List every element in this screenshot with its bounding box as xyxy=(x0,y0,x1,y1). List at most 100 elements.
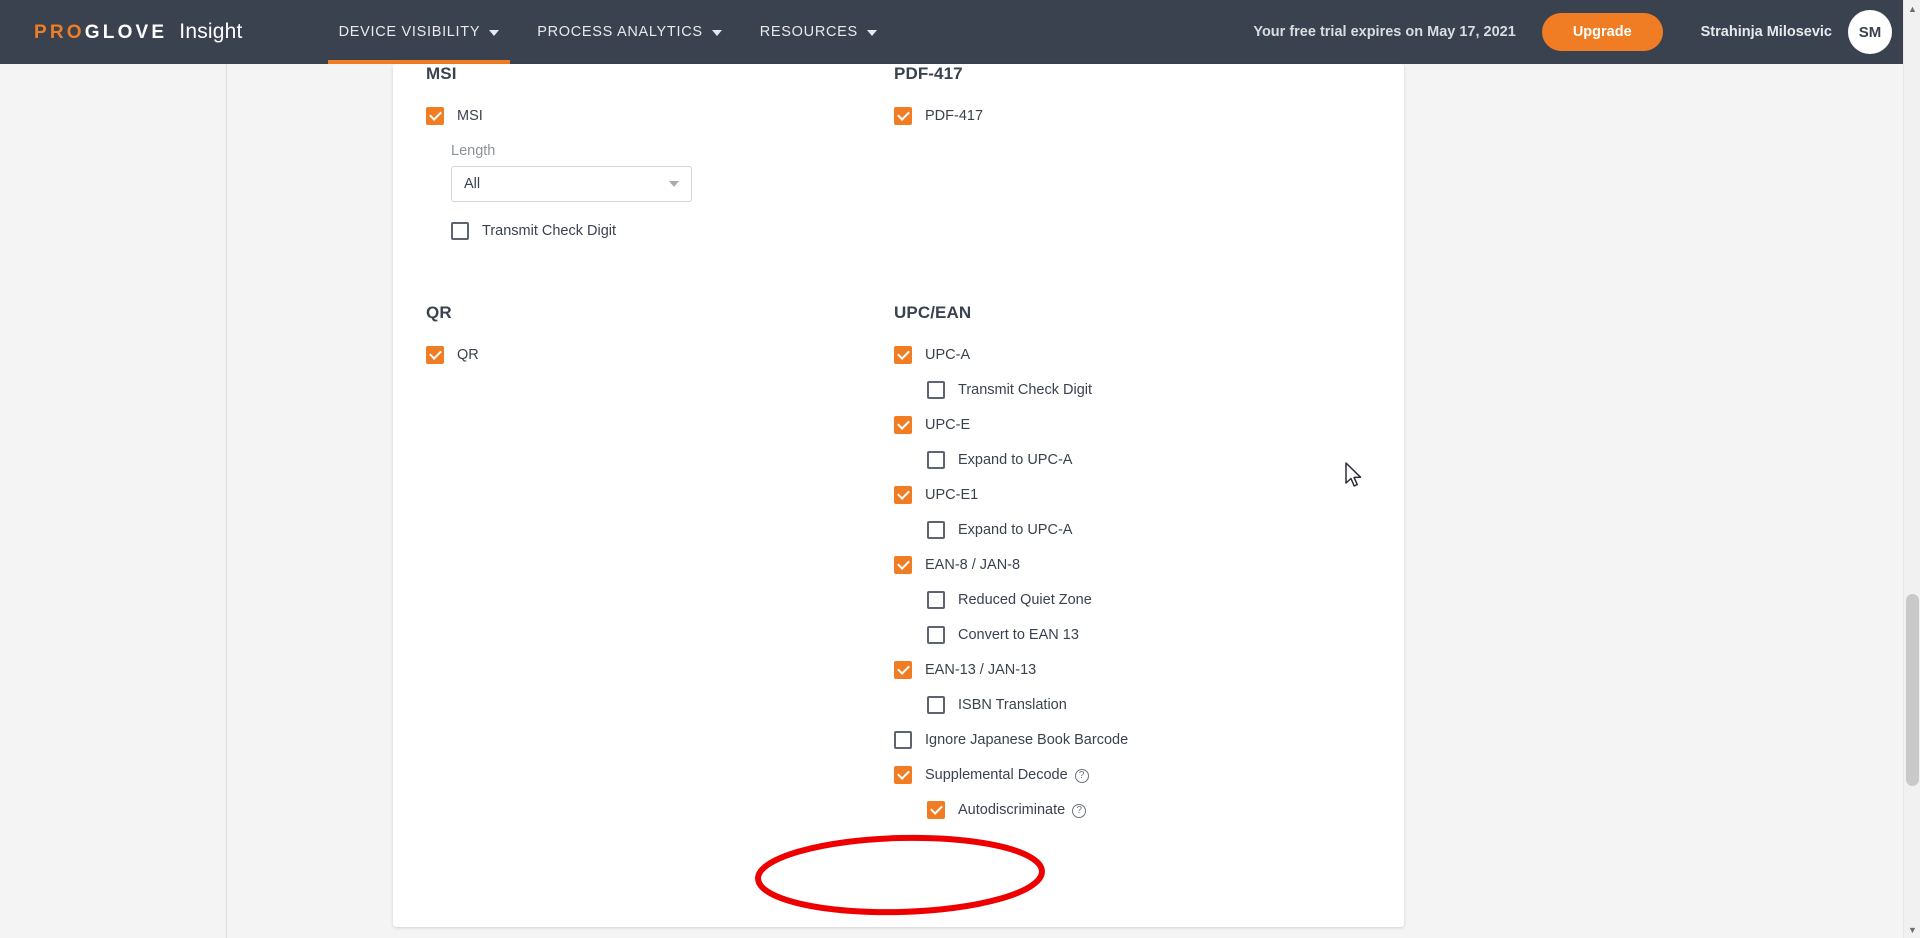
sidebar xyxy=(0,64,227,938)
nav-label-process-analytics: PROCESS ANALYTICS xyxy=(537,24,703,40)
checkbox-upcean-4[interactable] xyxy=(894,486,912,504)
msi-length-field: Length All xyxy=(426,143,866,202)
field-label-length: Length xyxy=(451,143,496,159)
checkbox-upcean-1[interactable] xyxy=(927,381,945,399)
checkbox-upcean-9[interactable] xyxy=(894,661,912,679)
checkbox-label-upcean-13: Autodiscriminate xyxy=(958,802,1066,818)
checkbox-row-upcean-3[interactable]: Expand to UPC-A xyxy=(927,448,1364,472)
checkbox-label-upcean-12: Supplemental Decode xyxy=(925,767,1068,783)
checkbox-upcean-0[interactable] xyxy=(894,346,912,364)
checkbox-row-upcean-7[interactable]: Reduced Quiet Zone xyxy=(927,588,1364,612)
checkbox-label-upcean-10: ISBN Translation xyxy=(958,697,1067,713)
checkbox-label-upcean-4: UPC-E1 xyxy=(925,487,979,503)
brand-pro-text: PRO xyxy=(34,22,85,43)
checkbox-row-upcean-0[interactable]: UPC-A xyxy=(894,343,1364,367)
scrollbar-thumb[interactable] xyxy=(1906,594,1919,786)
checkbox-upcean-12[interactable] xyxy=(894,766,912,784)
group-msi: MSI MSI Length All Transmit Check Digit xyxy=(426,64,866,243)
checkbox-label-upcean-0: UPC-A xyxy=(925,347,971,363)
checkbox-row-upcean-10[interactable]: ISBN Translation xyxy=(927,693,1364,717)
help-icon[interactable]: ? xyxy=(1072,804,1087,818)
checkbox-row-upcean-2[interactable]: UPC-E xyxy=(894,413,1364,437)
checkbox-upcean-13[interactable] xyxy=(927,801,945,819)
checkbox-row-upcean-12[interactable]: Supplemental Decode? xyxy=(894,763,1364,787)
checkbox-row-upcean-6[interactable]: EAN-8 / JAN-8 xyxy=(894,553,1364,577)
checkbox-row-upcean-9[interactable]: EAN-13 / JAN-13 xyxy=(894,658,1364,682)
annotation-ellipse xyxy=(755,834,1045,916)
checkbox-label-upcean-7: Reduced Quiet Zone xyxy=(958,592,1092,608)
checkbox-label-upcean-2: UPC-E xyxy=(925,417,971,433)
checkbox-row-upcean-8[interactable]: Convert to EAN 13 xyxy=(927,623,1364,647)
vertical-scrollbar[interactable]: ▲ ▼ xyxy=(1903,0,1920,938)
top-navigation-bar: PRO GLOVE Insight DEVICE VISIBILITY PROCE… xyxy=(0,0,1920,64)
avatar[interactable]: SM xyxy=(1848,10,1892,54)
product-name-text: Insight xyxy=(179,20,243,43)
group-upcean: UPC/EAN UPC-A Transmit Check Digit UPC-E Ex… xyxy=(894,303,1364,822)
checkbox-qr[interactable] xyxy=(426,346,444,364)
nav-item-resources[interactable]: RESOURCES xyxy=(741,0,896,64)
checkbox-row-upcean-11[interactable]: Ignore Japanese Book Barcode xyxy=(894,728,1364,752)
select-msi-length[interactable]: All xyxy=(451,166,692,202)
checkbox-label-upcean-6: EAN-8 / JAN-8 xyxy=(925,557,1021,573)
annotation-ellipse-shape xyxy=(755,834,1045,916)
nav-item-device-visibility[interactable]: DEVICE VISIBILITY xyxy=(320,0,519,64)
chevron-down-icon xyxy=(711,30,722,36)
user-name-label[interactable]: Strahinja Milosevic xyxy=(1701,24,1832,40)
checkbox-upcean-3[interactable] xyxy=(927,451,945,469)
select-value-msi-length: All xyxy=(464,176,481,192)
nav-label-resources: RESOURCES xyxy=(759,24,858,40)
group-title-pdf417: PDF-417 xyxy=(894,64,963,83)
brand-logo[interactable]: PRO GLOVE Insight xyxy=(34,20,243,44)
settings-card-inner: MSI MSI Length All Transmit Check Digit … xyxy=(393,64,1404,927)
upgrade-button[interactable]: Upgrade xyxy=(1541,13,1663,51)
checkbox-row-msi-transmit-check-digit[interactable]: Transmit Check Digit xyxy=(451,219,866,243)
brand-glove-text: GLOVE xyxy=(84,22,168,43)
checkbox-label-msi-transmit-check-digit: Transmit Check Digit xyxy=(482,223,617,239)
scroll-up-arrow-icon[interactable]: ▲ xyxy=(1904,0,1920,17)
chevron-down-icon xyxy=(669,181,679,187)
checkbox-upcean-6[interactable] xyxy=(894,556,912,574)
checkbox-label-qr: QR xyxy=(457,347,479,363)
trial-expiry-notice: Your free trial expires on May 17, 2021 xyxy=(1253,24,1516,40)
checkbox-row-upcean-5[interactable]: Expand to UPC-A xyxy=(927,518,1364,542)
nav-item-process-analytics[interactable]: PROCESS ANALYTICS xyxy=(518,0,741,64)
group-pdf417: PDF-417 PDF-417 xyxy=(894,64,1364,128)
checkbox-label-pdf417: PDF-417 xyxy=(925,108,984,124)
chevron-down-icon xyxy=(489,30,500,36)
checkbox-label-upcean-8: Convert to EAN 13 xyxy=(958,627,1079,643)
chevron-down-icon xyxy=(866,30,877,36)
checkbox-msi[interactable] xyxy=(426,107,444,125)
checkbox-upcean-2[interactable] xyxy=(894,416,912,434)
checkbox-label-upcean-11: Ignore Japanese Book Barcode xyxy=(925,732,1129,748)
checkbox-label-upcean-9: EAN-13 / JAN-13 xyxy=(925,662,1037,678)
checkbox-upcean-11[interactable] xyxy=(894,731,912,749)
nav-label-device-visibility: DEVICE VISIBILITY xyxy=(338,24,481,40)
checkbox-upcean-5[interactable] xyxy=(927,521,945,539)
settings-card: MSI MSI Length All Transmit Check Digit … xyxy=(393,64,1404,927)
checkbox-row-upcean-1[interactable]: Transmit Check Digit xyxy=(927,378,1364,402)
group-title-upcean: UPC/EAN xyxy=(894,303,972,322)
top-bar-right-section: Your free trial expires on May 17, 2021 … xyxy=(1253,10,1892,54)
checkbox-upcean-8[interactable] xyxy=(927,626,945,644)
checkbox-label-upcean-5: Expand to UPC-A xyxy=(958,522,1073,538)
checkbox-row-qr[interactable]: QR xyxy=(426,343,866,367)
group-title-qr: QR xyxy=(426,303,452,322)
group-qr: QR QR xyxy=(426,303,866,367)
page-body: MSI MSI Length All Transmit Check Digit … xyxy=(0,64,1920,938)
checkbox-upcean-10[interactable] xyxy=(927,696,945,714)
scroll-down-arrow-icon[interactable]: ▼ xyxy=(1904,921,1920,938)
checkbox-upcean-7[interactable] xyxy=(927,591,945,609)
checkbox-msi-transmit-check-digit[interactable] xyxy=(451,222,469,240)
checkbox-row-msi[interactable]: MSI xyxy=(426,104,866,128)
group-title-msi: MSI xyxy=(426,64,457,83)
checkbox-row-pdf417[interactable]: PDF-417 xyxy=(894,104,1364,128)
checkbox-label-msi: MSI xyxy=(457,108,483,124)
checkbox-pdf417[interactable] xyxy=(894,107,912,125)
checkbox-label-upcean-1: Transmit Check Digit xyxy=(958,382,1093,398)
checkbox-row-upcean-4[interactable]: UPC-E1 xyxy=(894,483,1364,507)
help-icon[interactable]: ? xyxy=(1074,769,1089,783)
main-nav: DEVICE VISIBILITY PROCESS ANALYTICS RESO… xyxy=(320,0,896,64)
upcean-checkbox-list: UPC-A Transmit Check Digit UPC-E Expand to … xyxy=(894,343,1364,822)
checkbox-row-upcean-13[interactable]: Autodiscriminate? xyxy=(927,798,1364,822)
checkbox-label-upcean-3: Expand to UPC-A xyxy=(958,452,1073,468)
